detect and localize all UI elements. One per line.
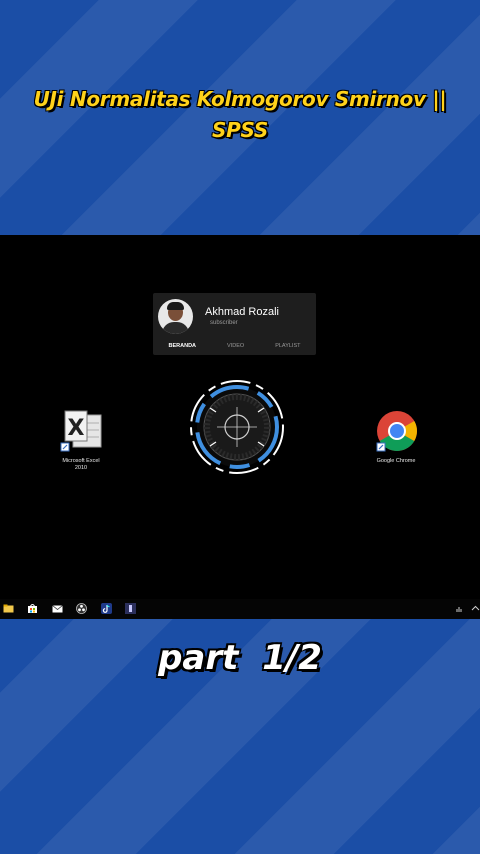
- mail-icon[interactable]: [52, 603, 63, 614]
- desktop-icon-excel[interactable]: X Microsoft Excel 2010: [51, 409, 111, 472]
- video-frame: UJi Normalitas Kolmogorov Smirnov || SPS…: [0, 0, 480, 854]
- video-title-line2: SPSS: [212, 118, 268, 142]
- tiktok-icon[interactable]: [101, 603, 112, 614]
- excel-label-2: 2010: [74, 465, 88, 471]
- hud-widget: [190, 380, 284, 474]
- obs-icon[interactable]: [76, 603, 87, 614]
- tab-playlist[interactable]: PLAYLIST: [275, 343, 300, 349]
- channel-avatar[interactable]: [158, 299, 193, 334]
- chrome-label-1: Google Chrome: [376, 458, 416, 464]
- channel-subtitle: subscriber: [210, 320, 238, 326]
- tab-video[interactable]: VIDEO: [227, 343, 244, 349]
- video-title-line1: UJi Normalitas Kolmogorov Smirnov ||: [33, 87, 447, 111]
- tab-beranda[interactable]: BERANDA: [169, 343, 197, 349]
- channel-tabs: BERANDA VIDEO PLAYLIST: [153, 343, 316, 349]
- chrome-icon: [376, 411, 417, 452]
- network-icon[interactable]: [455, 603, 466, 614]
- file-explorer-icon[interactable]: [3, 603, 14, 614]
- channel-name: Akhmad Rozali: [205, 306, 279, 318]
- chevron-up-icon[interactable]: [470, 603, 480, 614]
- desktop-screen: Akhmad Rozali subscriber BERANDA VIDEO P…: [0, 235, 480, 619]
- part-caption: part 1/2: [158, 638, 322, 678]
- excel-label-1: Microsoft Excel: [62, 458, 100, 464]
- svg-text:X: X: [68, 416, 85, 441]
- excel-icon: X: [60, 410, 102, 452]
- desktop-icon-chrome[interactable]: Google Chrome: [366, 409, 426, 465]
- app-icon[interactable]: [125, 603, 136, 614]
- store-icon[interactable]: [27, 603, 38, 614]
- channel-card[interactable]: Akhmad Rozali subscriber BERANDA VIDEO P…: [153, 293, 316, 355]
- video-title: UJi Normalitas Kolmogorov Smirnov || SPS…: [0, 84, 480, 146]
- taskbar: [0, 599, 480, 619]
